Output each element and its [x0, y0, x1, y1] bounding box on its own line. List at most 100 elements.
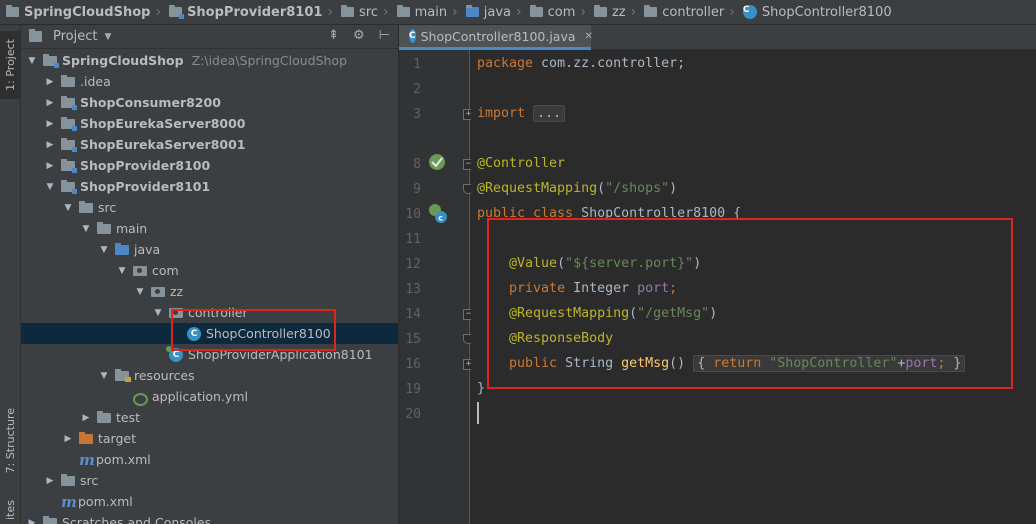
- project-tool-tab[interactable]: 1: Project: [0, 31, 21, 99]
- class-icon: C: [409, 29, 416, 43]
- tree-item[interactable]: m pom.xml: [21, 491, 398, 512]
- module-folder-icon: [61, 158, 77, 173]
- keyword: import: [477, 106, 526, 121]
- tree-item-label: src: [80, 473, 98, 488]
- tree-item[interactable]: m pom.xml: [21, 449, 398, 470]
- module-folder-icon: [61, 95, 77, 110]
- chevron-down-icon[interactable]: ▼: [153, 308, 163, 318]
- tool-window-stripe: 1: Project 7: Structure ites: [0, 25, 21, 524]
- breadcrumb-shopprovider8101[interactable]: ShopProvider8101: [169, 5, 322, 20]
- chevron-right-icon[interactable]: ▶: [45, 98, 55, 108]
- spring-mapping-icon[interactable]: c: [427, 202, 449, 224]
- breadcrumb-separator: ›: [383, 4, 389, 20]
- breadcrumb-src[interactable]: src: [341, 5, 378, 20]
- tree-item[interactable]: application.yml: [21, 386, 398, 407]
- tree-item-label: ShopEurekaServer8000: [80, 116, 246, 131]
- tree-item[interactable]: ▶ src: [21, 470, 398, 491]
- tree-item[interactable]: ▶ .idea: [21, 71, 398, 92]
- tree-item[interactable]: ▶ ShopProvider8100: [21, 155, 398, 176]
- tree-item[interactable]: ▶ Scratches and Consoles: [21, 512, 398, 524]
- chevron-right-icon[interactable]: ▶: [45, 140, 55, 150]
- package-icon: [133, 265, 147, 276]
- breadcrumb-controller[interactable]: controller: [644, 5, 724, 20]
- line-number: 10: [405, 207, 421, 222]
- tree-item[interactable]: ▼ resources: [21, 365, 398, 386]
- tree-item[interactable]: ▼ zz: [21, 281, 398, 302]
- chevron-right-icon[interactable]: ▶: [45, 161, 55, 171]
- breadcrumb-java[interactable]: java: [465, 5, 511, 20]
- chevron-down-icon[interactable]: ▼: [45, 182, 55, 192]
- source-folder-icon: [115, 242, 129, 255]
- tree-item[interactable]: ▶ target: [21, 428, 398, 449]
- chevron-down-icon[interactable]: ▼: [63, 203, 73, 213]
- chevron-down-icon[interactable]: ▼: [81, 224, 91, 234]
- tree-item[interactable]: ▼ src: [21, 197, 398, 218]
- gear-icon[interactable]: ⚙: [353, 28, 365, 43]
- chevron-down-icon[interactable]: ▼: [135, 287, 145, 297]
- tree-item[interactable]: ▶ ShopEurekaServer8000: [21, 113, 398, 134]
- tree-item[interactable]: ▼ SpringCloudShop Z:\idea\SpringCloudShop: [21, 50, 398, 71]
- chevron-down-icon[interactable]: ▼: [27, 56, 37, 66]
- package-icon: [529, 5, 543, 17]
- tree-item[interactable]: ▼ main: [21, 218, 398, 239]
- tree-item[interactable]: ▼ com: [21, 260, 398, 281]
- spring-bean-icon[interactable]: [427, 152, 447, 172]
- editor-tab-shopcontroller8100[interactable]: C ShopController8100.java ✕: [399, 25, 593, 50]
- chevron-right-icon[interactable]: ▶: [45, 119, 55, 129]
- breadcrumb-springcloudshop[interactable]: SpringCloudShop: [6, 5, 150, 20]
- breadcrumb-separator: ›: [515, 4, 522, 20]
- tree-item-name: ShopProvider8101: [80, 179, 211, 194]
- chevron-down-icon[interactable]: ▼: [104, 32, 111, 42]
- tree-item-name: ShopConsumer8200: [80, 95, 221, 110]
- tree-item[interactable]: ▶ test: [21, 407, 398, 428]
- class-icon: C: [742, 5, 757, 19]
- tree-item-label: ShopProvider8101: [80, 179, 210, 194]
- folder-icon: [396, 5, 410, 17]
- tree-item[interactable]: ▶ ShopEurekaServer8001: [21, 134, 398, 155]
- close-icon[interactable]: ✕: [585, 31, 593, 42]
- text-caret: [477, 402, 479, 424]
- folded-imports[interactable]: ...: [533, 105, 566, 122]
- chevron-right-icon[interactable]: ▶: [63, 434, 73, 444]
- brace: }: [477, 381, 486, 396]
- chevron-down-icon[interactable]: ▼: [99, 245, 109, 255]
- module-icon: [169, 5, 185, 19]
- tree-item-label: Scratches and Consoles: [62, 515, 211, 524]
- tree-item[interactable]: ▼ java: [21, 239, 398, 260]
- punctuation: (: [597, 181, 606, 196]
- line-number: 13: [405, 282, 421, 297]
- tree-item-name: ShopEurekaServer8000: [80, 116, 246, 131]
- package-icon: [593, 5, 607, 17]
- folder-icon: [97, 410, 111, 423]
- project-view-icon: [29, 29, 42, 42]
- chevron-right-icon[interactable]: ▶: [45, 476, 55, 486]
- chevron-right-icon[interactable]: ▶: [45, 77, 55, 87]
- line-number: 15: [405, 332, 421, 347]
- tree-item-label: test: [116, 410, 140, 425]
- chevron-down-icon[interactable]: ▼: [117, 266, 127, 276]
- tree-item-name: com: [152, 263, 179, 278]
- structure-tool-tab[interactable]: 7: Structure: [0, 400, 21, 482]
- tree-item-label: main: [116, 221, 147, 236]
- collapse-all-icon[interactable]: ⇞: [328, 28, 339, 43]
- project-panel: Project ▼ ⇞ ⚙ ⊢ ▼ SpringCloudShop Z:\idea\…: [21, 25, 399, 524]
- project-panel-header: Project ▼ ⇞ ⚙ ⊢: [21, 25, 398, 49]
- chevron-right-icon[interactable]: ▶: [81, 413, 91, 423]
- breadcrumb-shopcontroller8100[interactable]: C ShopController8100: [742, 5, 892, 20]
- breadcrumb-zz[interactable]: zz: [593, 5, 626, 20]
- project-panel-title[interactable]: Project: [53, 29, 97, 44]
- tree-item-name: resources: [134, 368, 195, 383]
- hide-panel-icon[interactable]: ⊢: [379, 28, 390, 43]
- chevron-right-icon[interactable]: ▶: [27, 518, 37, 524]
- tree-item[interactable]: ▶ ShopConsumer8200: [21, 92, 398, 113]
- tree-item-label: com: [152, 263, 179, 278]
- maven-icon: m: [61, 492, 77, 511]
- chevron-down-icon[interactable]: ▼: [99, 371, 109, 381]
- breadcrumb-main[interactable]: main: [396, 5, 447, 20]
- favorites-tool-tab[interactable]: ites: [0, 495, 21, 524]
- line-number: 1: [413, 57, 421, 72]
- tree-item-label: target: [98, 431, 136, 446]
- folder-icon: [6, 5, 19, 17]
- breadcrumb-com[interactable]: com: [529, 5, 575, 20]
- tree-item[interactable]: ▼ ShopProvider8101: [21, 176, 398, 197]
